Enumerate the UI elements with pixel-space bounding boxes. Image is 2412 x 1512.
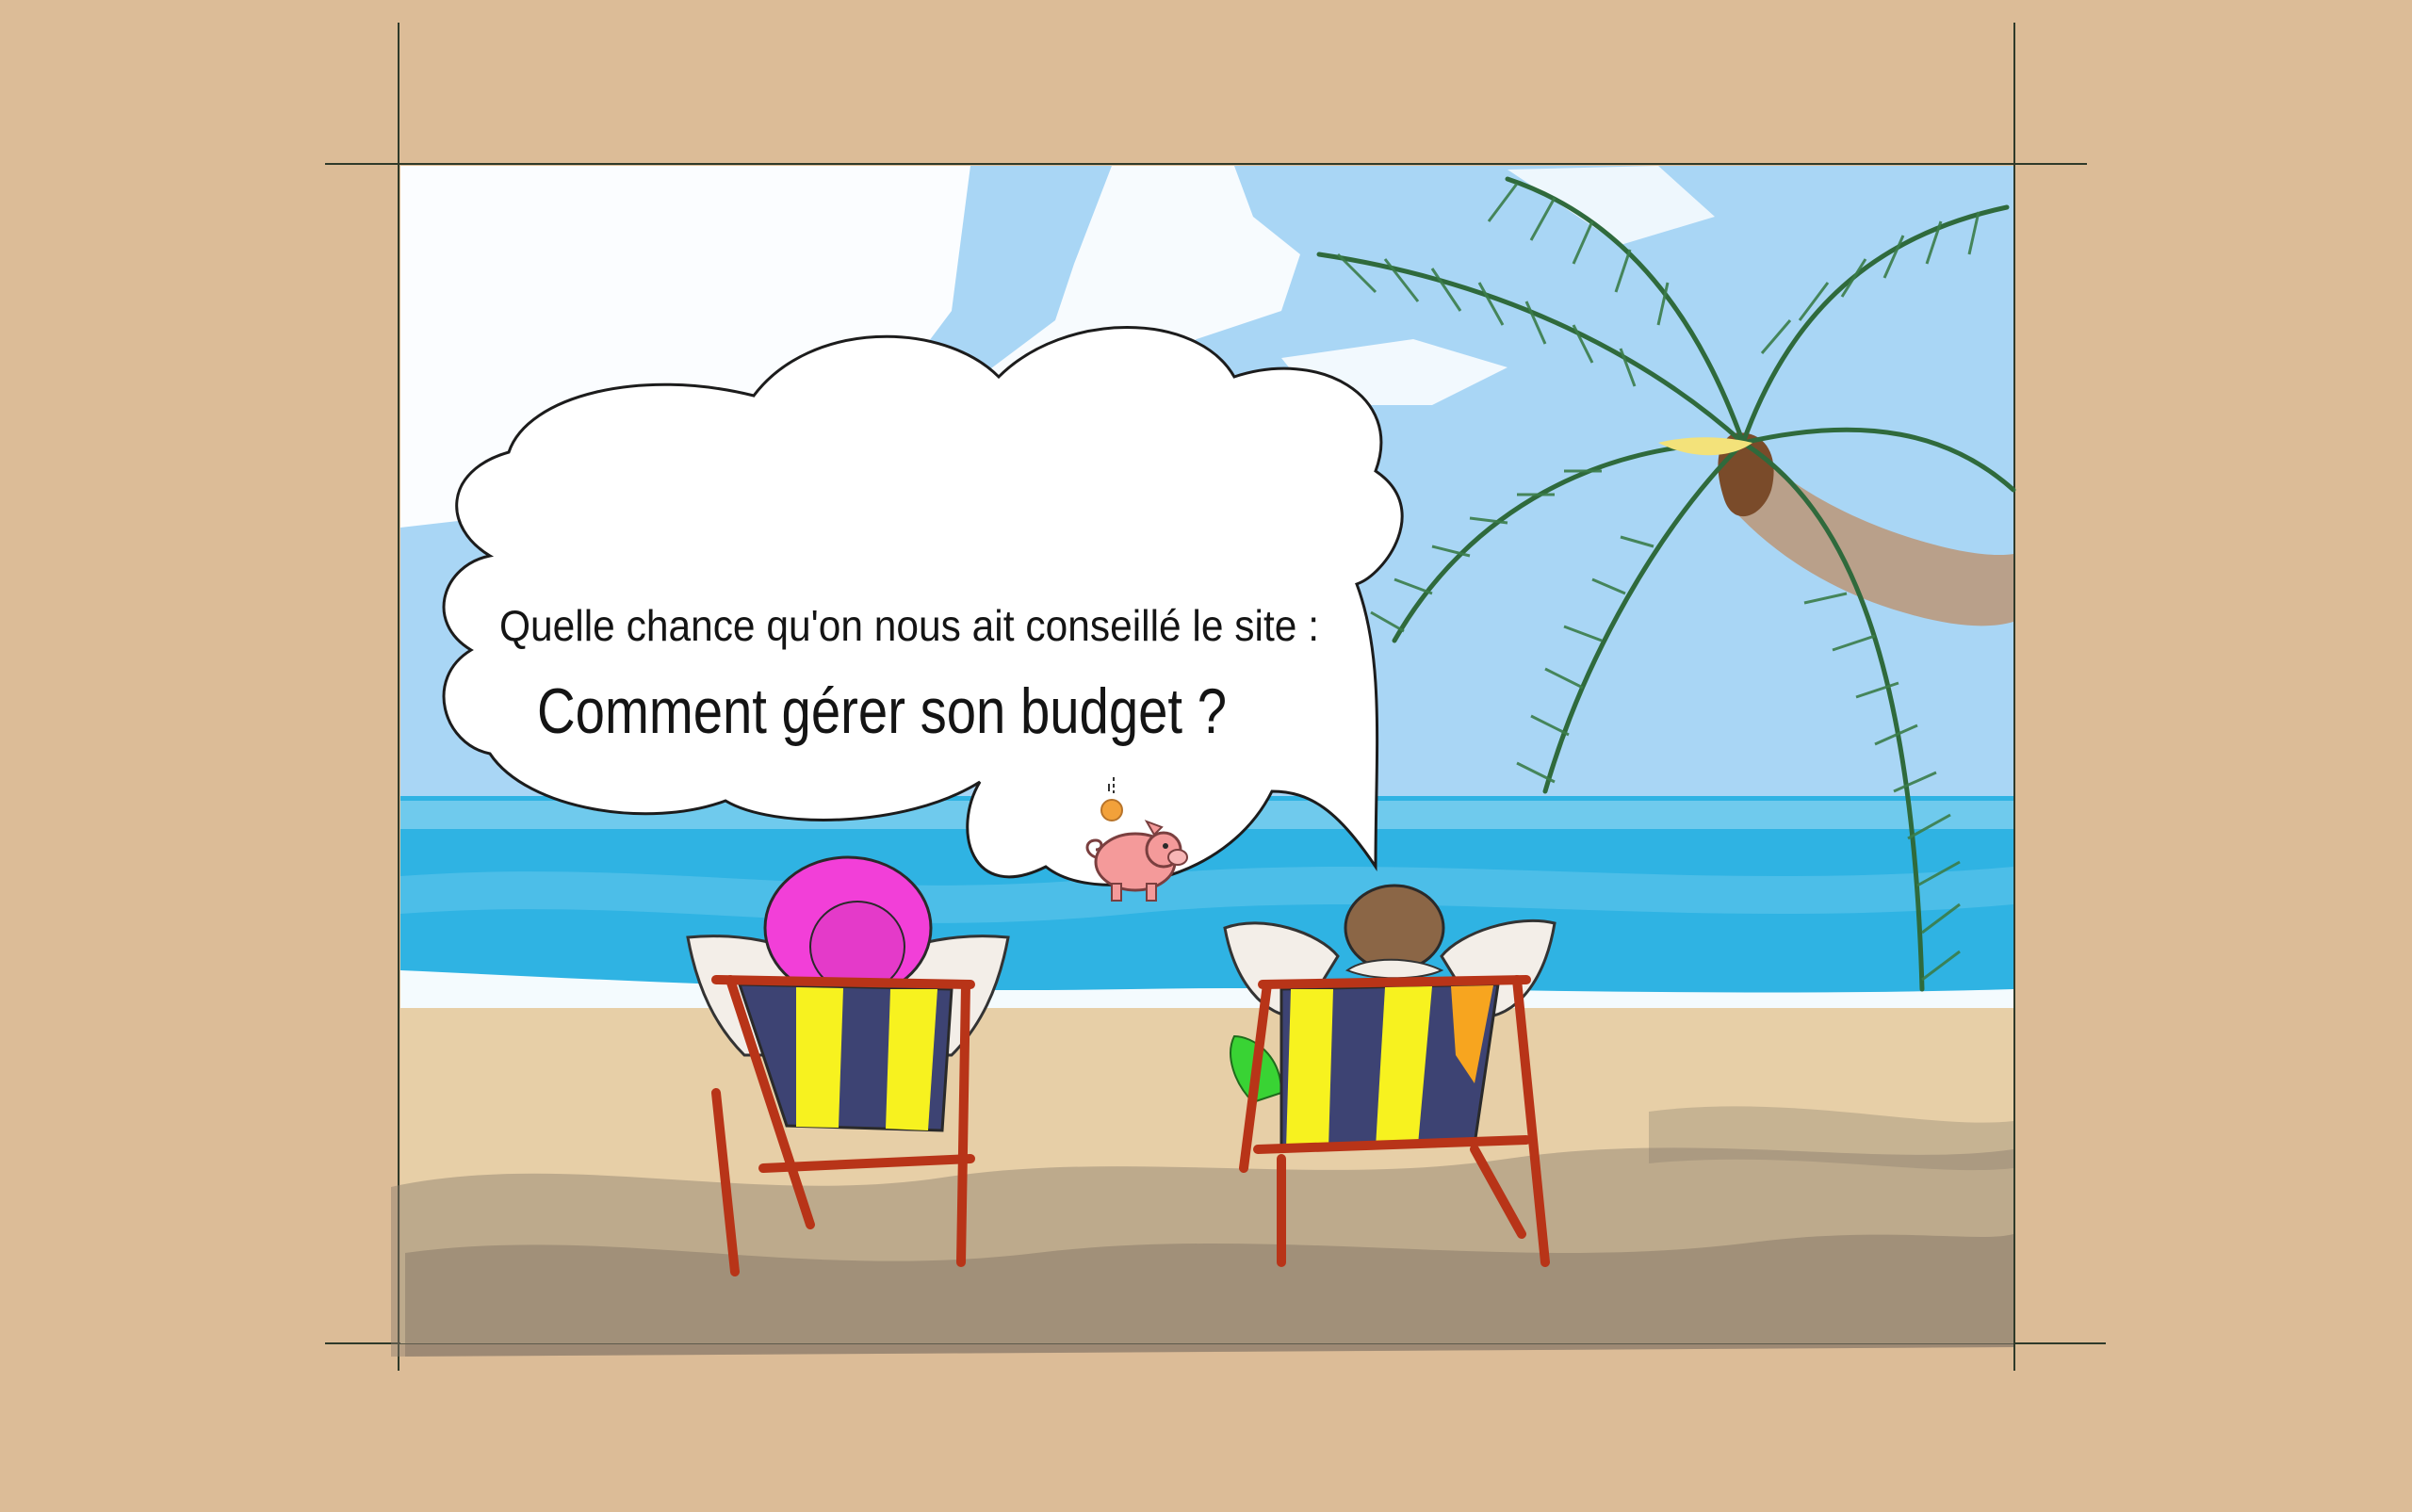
beach-illustration-page: Quelle chance qu'on nous ait conseillé l… xyxy=(0,0,2412,1507)
man-head xyxy=(1344,884,1445,972)
speech-text-line1: Quelle chance qu'on nous ait conseillé l… xyxy=(499,601,1319,650)
speech-text-line2: Comment gérer son budget ? xyxy=(537,675,1227,747)
beach-sand xyxy=(391,1008,2013,1357)
beach-illustration: Quelle chance qu'on nous ait conseillé l… xyxy=(0,0,2412,1507)
speech-bubble: Quelle chance qu'on nous ait conseillé l… xyxy=(442,326,1404,886)
